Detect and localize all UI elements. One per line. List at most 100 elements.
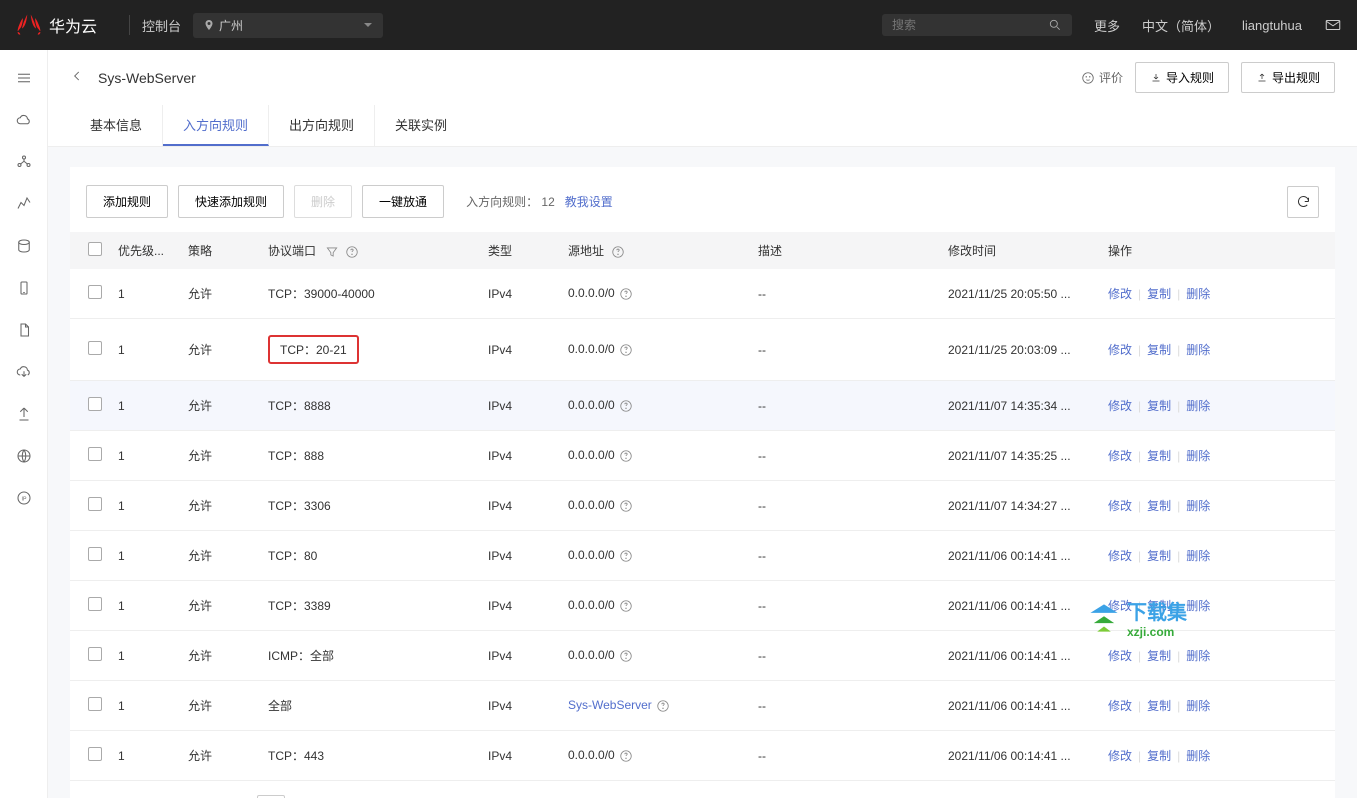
help-icon[interactable] (619, 599, 633, 613)
help-icon[interactable] (656, 699, 670, 713)
cell-desc: -- (750, 269, 940, 319)
help-icon[interactable] (619, 549, 633, 563)
delete-button[interactable]: 删除 (294, 185, 352, 218)
sidebar-item-web[interactable] (4, 436, 44, 476)
export-rules-button[interactable]: 导出规则 (1241, 62, 1335, 93)
action-modify[interactable]: 修改 (1108, 547, 1132, 564)
action-delete[interactable]: 删除 (1186, 597, 1210, 614)
quick-add-button[interactable]: 快速添加规则 (178, 185, 284, 218)
action-modify[interactable]: 修改 (1108, 497, 1132, 514)
sidebar-item-download[interactable] (4, 352, 44, 392)
cell-protocol: TCP：888 (260, 431, 480, 481)
help-icon[interactable] (619, 399, 633, 413)
action-delete[interactable]: 删除 (1186, 747, 1210, 764)
row-checkbox[interactable] (88, 497, 102, 511)
row-checkbox[interactable] (88, 447, 102, 461)
action-copy[interactable]: 复制 (1147, 647, 1171, 664)
help-icon[interactable] (619, 343, 633, 357)
row-checkbox[interactable] (88, 747, 102, 761)
action-delete[interactable]: 删除 (1186, 547, 1210, 564)
row-checkbox[interactable] (88, 547, 102, 561)
action-copy[interactable]: 复制 (1147, 341, 1171, 358)
import-icon (1150, 72, 1162, 84)
help-icon[interactable] (619, 449, 633, 463)
feedback-link[interactable]: 评价 (1081, 69, 1123, 86)
action-copy[interactable]: 复制 (1147, 397, 1171, 414)
back-button[interactable] (70, 69, 84, 86)
refresh-button[interactable] (1287, 186, 1319, 218)
cell-policy: 允许 (180, 381, 260, 431)
action-delete[interactable]: 删除 (1186, 447, 1210, 464)
col-priority: 优先级... (110, 232, 180, 269)
sidebar-item-cloud[interactable] (4, 100, 44, 140)
cell-actions: 修改|复制|删除 (1100, 319, 1335, 381)
cell-priority: 1 (110, 269, 180, 319)
row-checkbox[interactable] (88, 397, 102, 411)
sidebar-item-doc[interactable] (4, 310, 44, 350)
col-source: 源地址 (560, 232, 750, 269)
tab-3[interactable]: 关联实例 (375, 105, 467, 146)
row-checkbox[interactable] (88, 285, 102, 299)
action-modify[interactable]: 修改 (1108, 747, 1132, 764)
sidebar-item-storage[interactable] (4, 226, 44, 266)
global-search[interactable] (882, 14, 1072, 36)
region-select[interactable]: 广州 (193, 13, 383, 38)
tab-1[interactable]: 入方向规则 (163, 105, 269, 146)
import-rules-button[interactable]: 导入规则 (1135, 62, 1229, 93)
search-input[interactable] (892, 18, 1048, 32)
action-delete[interactable]: 删除 (1186, 497, 1210, 514)
sidebar-item-ip[interactable]: IP (4, 478, 44, 518)
more-link[interactable]: 更多 (1094, 16, 1120, 35)
console-label[interactable]: 控制台 (142, 16, 181, 35)
help-icon[interactable] (611, 245, 625, 259)
username-link[interactable]: liangtuhua (1242, 18, 1302, 33)
mail-icon[interactable] (1324, 16, 1342, 34)
sidebar-item-deploy[interactable] (4, 394, 44, 434)
source-link[interactable]: Sys-WebServer (568, 698, 652, 712)
sidebar-item-monitor[interactable] (4, 184, 44, 224)
action-copy[interactable]: 复制 (1147, 597, 1171, 614)
help-icon[interactable] (345, 245, 359, 259)
action-delete[interactable]: 删除 (1186, 285, 1210, 302)
action-modify[interactable]: 修改 (1108, 697, 1132, 714)
action-modify[interactable]: 修改 (1108, 285, 1132, 302)
open-all-button[interactable]: 一键放通 (362, 185, 444, 218)
select-all-checkbox[interactable] (88, 242, 102, 256)
action-modify[interactable]: 修改 (1108, 447, 1132, 464)
row-checkbox[interactable] (88, 647, 102, 661)
action-modify[interactable]: 修改 (1108, 597, 1132, 614)
row-checkbox[interactable] (88, 597, 102, 611)
help-icon[interactable] (619, 649, 633, 663)
action-delete[interactable]: 删除 (1186, 341, 1210, 358)
row-checkbox[interactable] (88, 341, 102, 355)
action-delete[interactable]: 删除 (1186, 647, 1210, 664)
action-copy[interactable]: 复制 (1147, 747, 1171, 764)
cell-source: 0.0.0.0/0 (560, 269, 750, 319)
help-icon[interactable] (619, 287, 633, 301)
action-modify[interactable]: 修改 (1108, 647, 1132, 664)
tab-2[interactable]: 出方向规则 (269, 105, 375, 146)
action-copy[interactable]: 复制 (1147, 447, 1171, 464)
menu-toggle[interactable] (4, 58, 44, 98)
action-delete[interactable]: 删除 (1186, 397, 1210, 414)
action-delete[interactable]: 删除 (1186, 697, 1210, 714)
logo[interactable]: 华为云 (15, 11, 97, 39)
help-icon[interactable] (619, 499, 633, 513)
table-row: 1允许TCP：3306IPv40.0.0.0/0--2021/11/07 14:… (70, 481, 1335, 531)
action-modify[interactable]: 修改 (1108, 397, 1132, 414)
action-copy[interactable]: 复制 (1147, 497, 1171, 514)
tab-0[interactable]: 基本信息 (70, 105, 163, 146)
help-icon[interactable] (619, 749, 633, 763)
add-rule-button[interactable]: 添加规则 (86, 185, 168, 218)
action-copy[interactable]: 复制 (1147, 547, 1171, 564)
language-link[interactable]: 中文（简体） (1142, 16, 1220, 35)
action-copy[interactable]: 复制 (1147, 285, 1171, 302)
help-link[interactable]: 教我设置 (565, 193, 613, 210)
sidebar-item-network[interactable] (4, 142, 44, 182)
table-row: 1允许ICMP：全部IPv40.0.0.0/0--2021/11/06 00:1… (70, 631, 1335, 681)
filter-icon[interactable] (325, 245, 339, 259)
action-modify[interactable]: 修改 (1108, 341, 1132, 358)
row-checkbox[interactable] (88, 697, 102, 711)
action-copy[interactable]: 复制 (1147, 697, 1171, 714)
sidebar-item-device[interactable] (4, 268, 44, 308)
